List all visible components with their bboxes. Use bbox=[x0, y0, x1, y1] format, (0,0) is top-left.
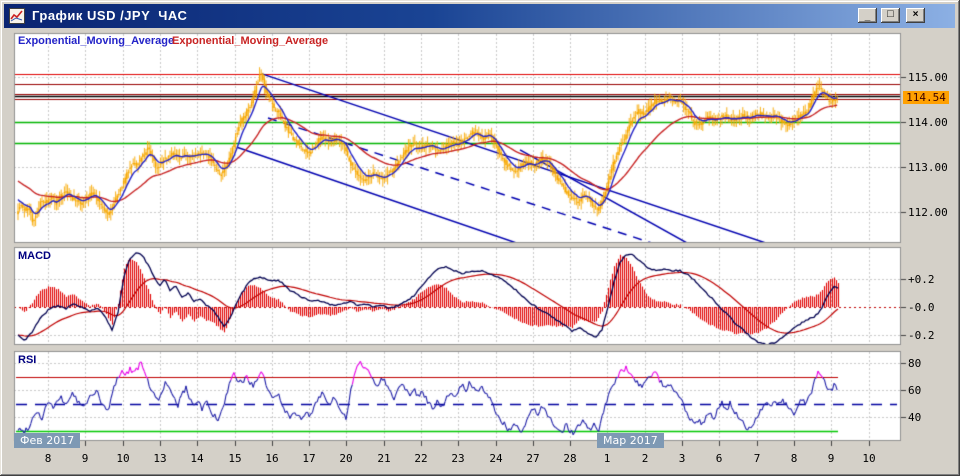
date-axis-label: 21 bbox=[377, 452, 390, 465]
date-axis-label: 10 bbox=[862, 452, 875, 465]
date-axis-label: 23 bbox=[451, 452, 464, 465]
legend-ema-slow: Exponential_Moving_Average bbox=[172, 35, 328, 47]
chart-canvas[interactable] bbox=[0, 0, 960, 476]
rsi-panel-label: RSI bbox=[18, 354, 36, 366]
chart-window: График USD /JPY ЧАС _ □ × Exponential_Mo… bbox=[0, 0, 960, 476]
close-button[interactable]: × bbox=[906, 8, 925, 23]
date-axis-label: 14 bbox=[190, 452, 203, 465]
date-axis-label: 8 bbox=[45, 452, 52, 465]
date-axis-label: 7 bbox=[754, 452, 761, 465]
price-axis-label: 113.00 bbox=[908, 161, 948, 174]
date-axis-label: 17 bbox=[302, 452, 315, 465]
date-axis-label: 9 bbox=[82, 452, 89, 465]
date-axis-label: 15 bbox=[228, 452, 241, 465]
date-axis-label: 22 bbox=[414, 452, 427, 465]
minimize-icon: _ bbox=[865, 11, 871, 22]
date-axis-label: 10 bbox=[116, 452, 129, 465]
date-axis-label: 27 bbox=[526, 452, 539, 465]
title-bar[interactable]: График USD /JPY ЧАС _ □ × bbox=[4, 4, 955, 28]
date-axis-label: 24 bbox=[489, 452, 502, 465]
rsi-axis-label: 80 bbox=[908, 357, 921, 370]
date-axis-label: 1 bbox=[604, 452, 611, 465]
macd-axis-label: +0.2 bbox=[908, 273, 935, 286]
date-axis-label: 8 bbox=[791, 452, 798, 465]
close-icon: × bbox=[913, 9, 919, 20]
month-tag: Мар 2017 bbox=[597, 433, 664, 448]
legend-ema-fast: Exponential_Moving_Average bbox=[18, 35, 174, 47]
date-axis-label: 13 bbox=[153, 452, 166, 465]
date-axis-label: 2 bbox=[642, 452, 649, 465]
price-axis-label: 112.00 bbox=[908, 206, 948, 219]
minimize-button[interactable]: _ bbox=[858, 8, 877, 23]
date-axis-label: 9 bbox=[828, 452, 835, 465]
date-axis-label: 28 bbox=[563, 452, 576, 465]
rsi-axis-label: 40 bbox=[908, 411, 921, 424]
date-axis-label: 3 bbox=[679, 452, 686, 465]
price-axis-label: 114.00 bbox=[908, 116, 948, 129]
maximize-icon: □ bbox=[887, 8, 894, 20]
price-axis-label: 115.00 bbox=[908, 71, 948, 84]
macd-axis-label: -0.2 bbox=[908, 329, 935, 342]
rsi-axis-label: 60 bbox=[908, 384, 921, 397]
current-price-badge: 114.54 bbox=[903, 91, 949, 104]
macd-panel-label: MACD bbox=[18, 250, 51, 262]
month-tag: Фев 2017 bbox=[14, 433, 80, 448]
macd-axis-label: -0.0 bbox=[908, 301, 935, 314]
date-axis-label: 20 bbox=[339, 452, 352, 465]
date-axis-label: 16 bbox=[265, 452, 278, 465]
chart-window-icon bbox=[9, 8, 25, 24]
date-axis-label: 6 bbox=[716, 452, 723, 465]
maximize-button[interactable]: □ bbox=[881, 8, 900, 23]
window-title: График USD /JPY ЧАС bbox=[32, 8, 187, 23]
